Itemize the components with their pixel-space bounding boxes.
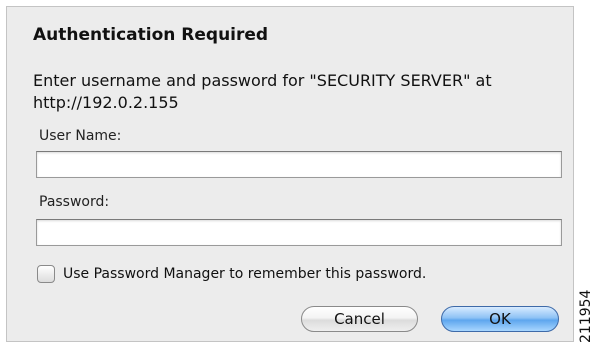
remember-password-label: Use Password Manager to remember this pa… (63, 266, 427, 282)
authentication-dialog: Authentication Required Enter username a… (6, 6, 574, 342)
dialog-message: Enter username and password for "SECURIT… (33, 71, 492, 112)
password-input[interactable] (36, 219, 562, 246)
cancel-button[interactable]: Cancel (301, 306, 418, 332)
username-label: User Name: (39, 128, 122, 144)
remember-password-checkbox[interactable] (37, 265, 55, 283)
dialog-title: Authentication Required (33, 25, 269, 45)
ok-button[interactable]: OK (441, 306, 559, 332)
remember-password-option[interactable]: Use Password Manager to remember this pa… (37, 265, 426, 283)
figure-number: 211954 (578, 289, 594, 343)
username-input[interactable] (36, 151, 562, 178)
password-label: Password: (39, 194, 110, 210)
